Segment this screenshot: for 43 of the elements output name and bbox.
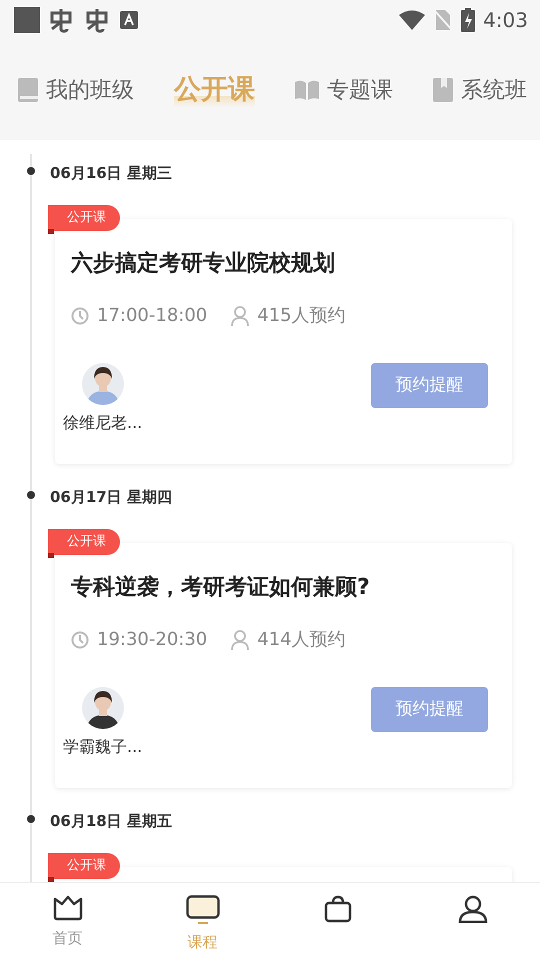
tab[interactable]: 系统班 — [433, 74, 527, 106]
reminder-button[interactable]: 预约提醒 — [371, 687, 488, 732]
tag-fold — [48, 229, 54, 234]
booking-count: 415人预约 — [257, 304, 346, 328]
timeline-dot — [27, 815, 35, 823]
clock-icon — [71, 630, 89, 648]
tag-fold — [48, 877, 54, 882]
course-tag: 公开课 — [48, 205, 120, 230]
open-book-icon — [295, 80, 319, 100]
course-title: 六步搞定考研专业院校规划 — [71, 250, 336, 278]
timeline-dot — [27, 491, 35, 499]
tv-icon — [186, 895, 220, 925]
keyboard-icon — [120, 11, 138, 29]
person-icon — [458, 895, 488, 923]
tab[interactable]: 专题课 — [295, 74, 393, 106]
date-heading: 06月16日 星期三 — [50, 163, 172, 184]
course-tag: 公开课 — [48, 529, 120, 554]
nav-tab[interactable]: 课程 — [135, 883, 270, 960]
teacher-name: 徐维尼老... — [63, 412, 142, 434]
course-tag: 公开课 — [48, 853, 120, 878]
booking-count: 414人预约 — [257, 628, 346, 652]
tab[interactable]: 我的班级 — [18, 74, 134, 106]
date-heading: 06月18日 星期五 — [50, 811, 172, 832]
date-heading: 06月17日 星期四 — [50, 487, 172, 508]
notification-square-icon — [14, 7, 40, 33]
clock-icon — [71, 306, 89, 324]
nav-tab[interactable]: 首页 — [0, 883, 135, 960]
timeline-dot — [27, 167, 35, 175]
tag-fold — [48, 553, 54, 558]
teacher-name: 学霸魏子... — [63, 736, 142, 758]
person-icon — [231, 630, 250, 650]
clock-time: 4:03 — [483, 7, 528, 34]
crown-icon — [52, 895, 82, 921]
book-icon — [18, 78, 38, 102]
course-title: 专科逆袭，考研考证如何兼顾? — [71, 574, 371, 602]
person-icon — [231, 306, 250, 326]
bag-icon — [322, 895, 352, 923]
bookmark-book-icon — [433, 78, 453, 102]
course-time: 17:00-18:00 — [97, 304, 208, 328]
reminder-button[interactable]: 预约提醒 — [371, 363, 488, 408]
battery-icon — [461, 8, 476, 32]
wifi-icon — [399, 10, 426, 30]
course-time: 19:30-20:30 — [97, 628, 208, 652]
